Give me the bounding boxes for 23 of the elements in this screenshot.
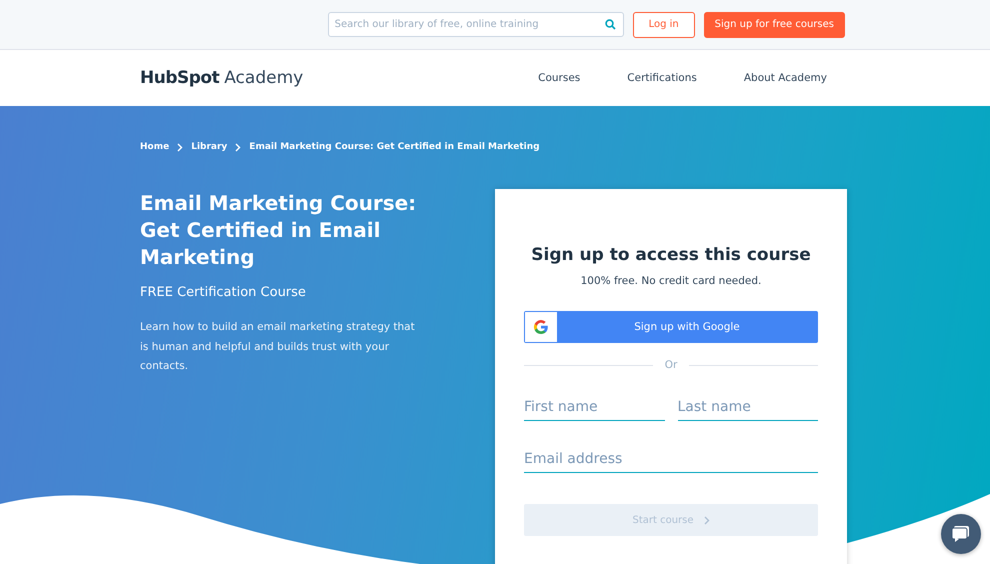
breadcrumb-link[interactable]: Home	[140, 142, 170, 152]
login-button[interactable]: Log in	[632, 12, 695, 38]
chevron-icon	[704, 516, 710, 524]
google-g-icon	[533, 319, 549, 335]
card-title: Sign up to access this course	[530, 245, 812, 265]
card-note: 100% free. No credit card needed.	[580, 275, 762, 287]
search-field[interactable]: Search our library of free, online training	[328, 12, 624, 37]
chevron-icon	[235, 142, 242, 152]
divider-label: Or	[664, 359, 678, 371]
logo-brand[interactable]: HubSpot	[140, 68, 220, 88]
logo-text[interactable]: Academy	[224, 68, 304, 88]
nav-link[interactable]: Certifications	[627, 72, 697, 84]
nav-link[interactable]: About Academy	[744, 72, 827, 84]
course-description: Learn how to build an email marketing strategy that is human and helpful and builds trust with your contacts.	[140, 320, 416, 374]
search-icon[interactable]	[604, 19, 616, 30]
breadcrumb-current: Email Marketing Course: Get Certified in Email Marketing	[249, 142, 540, 152]
breadcrumb-link[interactable]: Library	[191, 142, 228, 152]
page-subtitle: FREE Certification Course	[140, 285, 307, 300]
page-title: Email Marketing Course: Get Certified in Email Marketing	[140, 190, 418, 271]
signup-button[interactable]: Sign up for free courses	[704, 12, 845, 38]
nav-link[interactable]: Courses	[538, 72, 580, 84]
chevron-icon	[177, 142, 184, 152]
google-signup-button[interactable]: Sign up with Google	[524, 311, 818, 343]
